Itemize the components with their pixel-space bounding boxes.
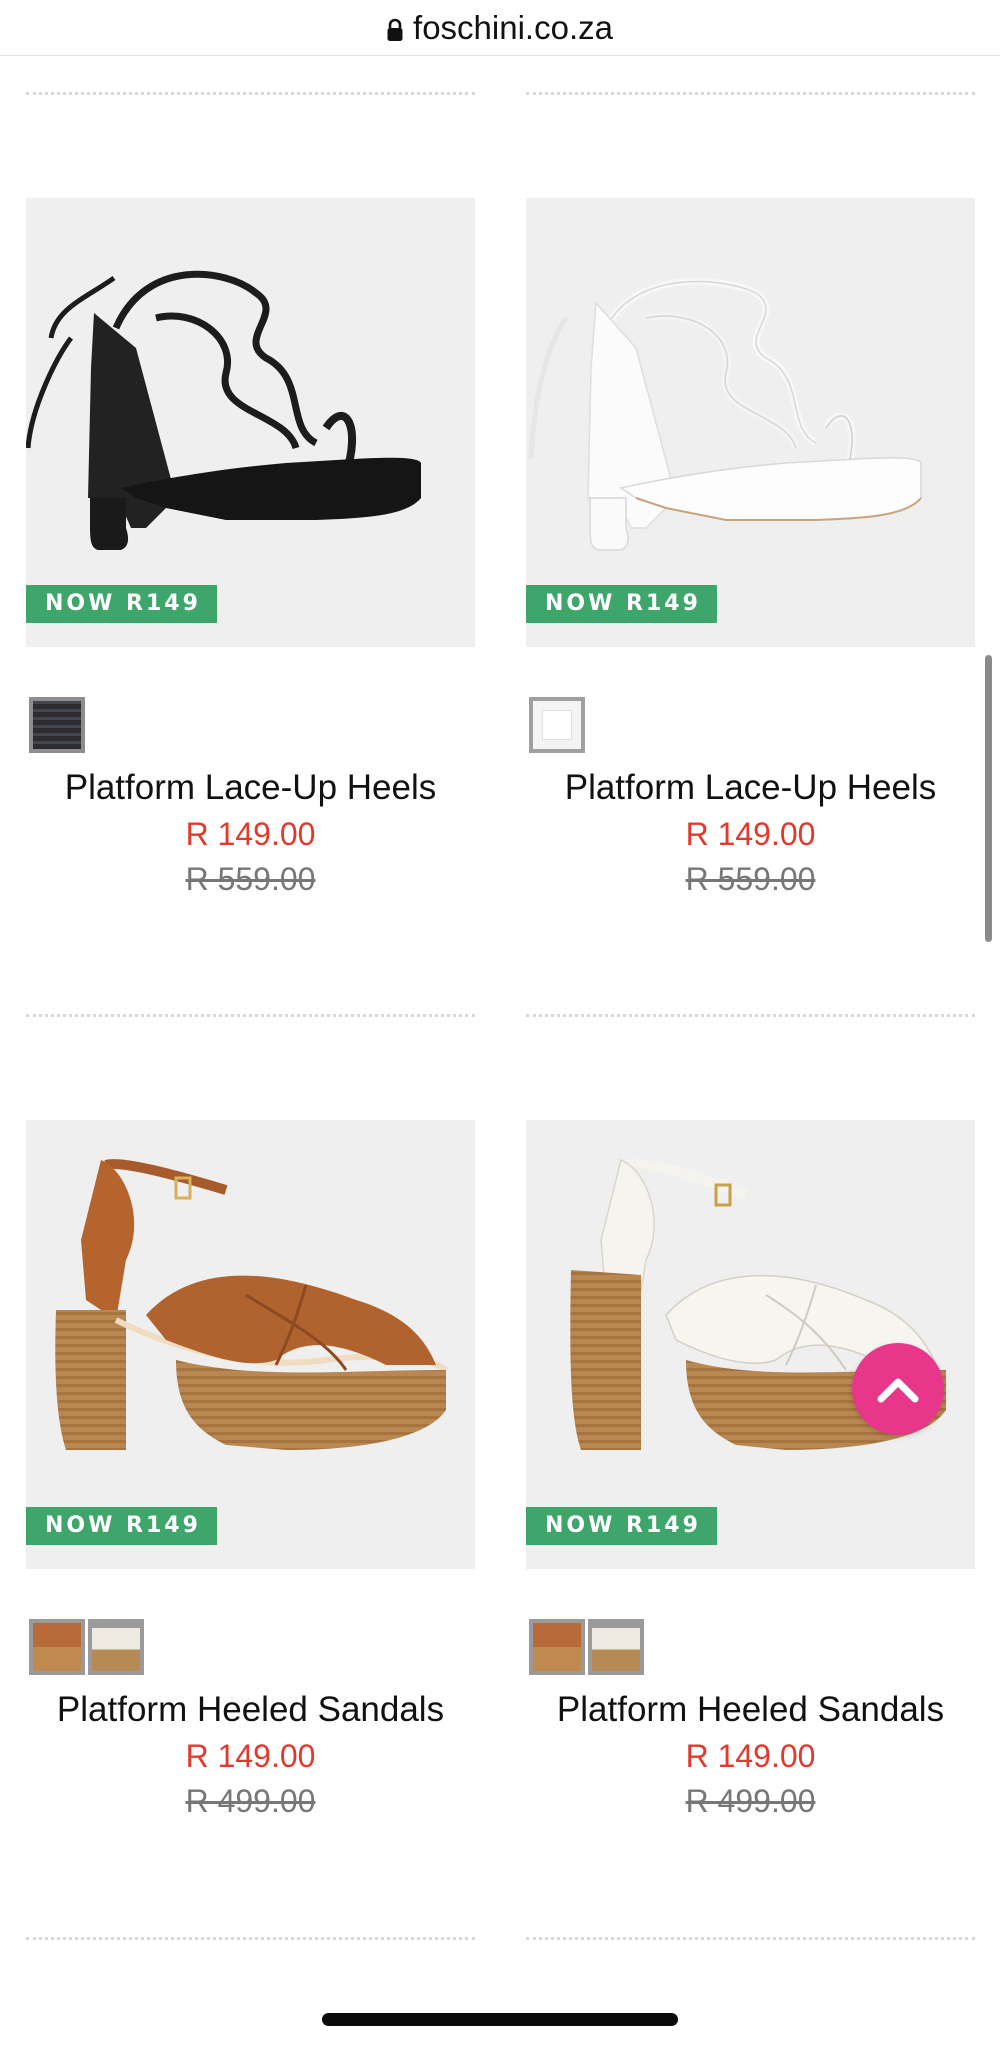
sale-badge: NOW R149 bbox=[26, 585, 217, 623]
color-swatch-white[interactable] bbox=[529, 697, 585, 753]
product-card[interactable]: NOW R149 Platform Heeled Sandals R 149.0… bbox=[26, 1120, 475, 1824]
product-image[interactable]: NOW R149 bbox=[526, 198, 975, 647]
product-card[interactable]: NOW R149 Platform Lace-Up Heels R 149.00… bbox=[526, 198, 975, 902]
sale-price: R 149.00 bbox=[185, 816, 316, 852]
url-bar[interactable]: foschini.co.za bbox=[0, 0, 1000, 56]
product-name[interactable]: Platform Lace-Up Heels bbox=[526, 766, 975, 810]
home-indicator[interactable] bbox=[322, 2013, 678, 2026]
sale-badge: NOW R149 bbox=[526, 1507, 717, 1545]
product-card[interactable]: NOW R149 Platform Heeled Sandals R 149.0… bbox=[526, 1120, 975, 1824]
original-price: R 499.00 bbox=[685, 1783, 816, 1819]
color-swatch-white[interactable] bbox=[588, 1619, 644, 1675]
product-name[interactable]: Platform Heeled Sandals bbox=[526, 1688, 975, 1732]
divider bbox=[526, 1937, 975, 1940]
sale-badge: NOW R149 bbox=[26, 1507, 217, 1545]
divider bbox=[26, 1014, 475, 1017]
product-card[interactable]: NOW R149 Platform Lace-Up Heels R 149.00… bbox=[26, 198, 475, 902]
color-swatches bbox=[26, 697, 475, 754]
color-swatch-tan[interactable] bbox=[529, 1619, 585, 1675]
original-price: R 559.00 bbox=[685, 861, 816, 897]
original-price: R 499.00 bbox=[185, 1783, 316, 1819]
scrollbar[interactable] bbox=[985, 655, 992, 942]
color-swatch-white[interactable] bbox=[88, 1619, 144, 1675]
product-name[interactable]: Platform Lace-Up Heels bbox=[26, 766, 475, 810]
sale-price: R 149.00 bbox=[185, 1738, 316, 1774]
sale-price: R 149.00 bbox=[685, 816, 816, 852]
product-image[interactable]: NOW R149 bbox=[26, 198, 475, 647]
url-text: foschini.co.za bbox=[413, 8, 613, 46]
original-price: R 559.00 bbox=[185, 861, 316, 897]
divider bbox=[26, 1937, 475, 1940]
sale-price: R 149.00 bbox=[685, 1738, 816, 1774]
back-to-top-button[interactable] bbox=[852, 1343, 944, 1435]
product-image[interactable]: NOW R149 bbox=[26, 1120, 475, 1569]
color-swatches bbox=[526, 1619, 975, 1676]
divider bbox=[526, 92, 975, 95]
divider bbox=[26, 92, 475, 95]
lock-icon bbox=[387, 18, 403, 42]
color-swatches bbox=[26, 1619, 475, 1676]
color-swatch-tan[interactable] bbox=[29, 1619, 85, 1675]
chevron-up-icon bbox=[877, 1378, 919, 1403]
product-name[interactable]: Platform Heeled Sandals bbox=[26, 1688, 475, 1732]
product-listing-page: foschini.co.za NOW R149 Platform Lace-Up… bbox=[0, 0, 1000, 2048]
color-swatch-black[interactable] bbox=[29, 697, 85, 753]
color-swatches bbox=[526, 697, 975, 754]
divider bbox=[526, 1014, 975, 1017]
sale-badge: NOW R149 bbox=[526, 585, 717, 623]
